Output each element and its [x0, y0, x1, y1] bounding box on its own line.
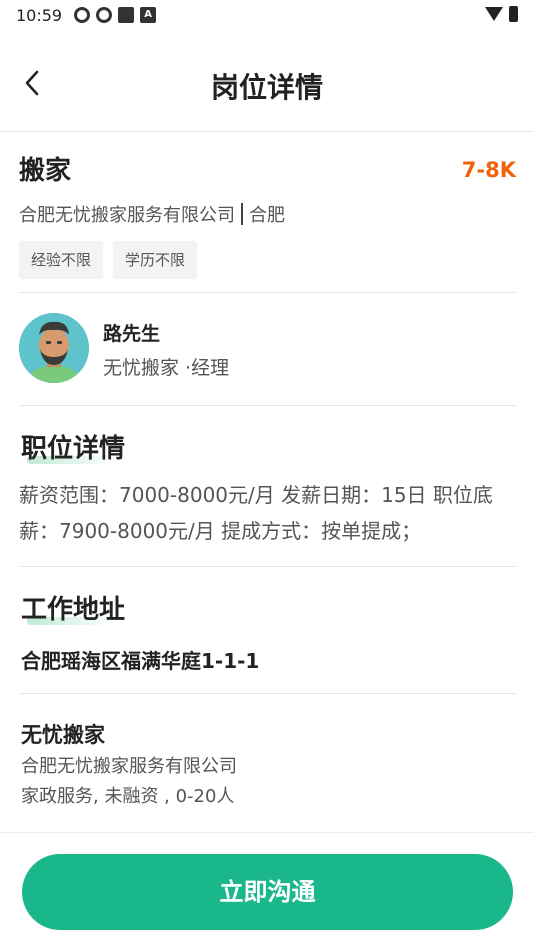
recruiter-card[interactable]: 路先生 无忧搬家 ·经理 — [19, 313, 516, 385]
wifi-icon — [485, 7, 503, 21]
status-bar: 10:59 A — [0, 0, 534, 30]
page-title: 岗位详情 — [210, 71, 323, 104]
company-short-name[interactable]: 无忧搬家 — [21, 719, 105, 749]
bottom-bar-divider — [0, 832, 534, 833]
tag-experience: 经验不限 — [19, 241, 104, 279]
company-info: 家政服务, 未融资 , 0-20人 — [21, 786, 235, 807]
tag-education: 学历不限 — [113, 241, 198, 279]
notification-square-icon — [118, 7, 135, 23]
salary: 7-8K — [461, 158, 516, 182]
divider — [19, 292, 516, 293]
avatar — [19, 313, 89, 383]
sync-icon — [74, 7, 91, 23]
section-title-work-address: 工作地址 — [21, 595, 126, 625]
section-title-position-details: 职位详情 — [21, 434, 126, 464]
company-line: 合肥无忧搬家服务有限公司 合肥 — [19, 201, 516, 227]
status-notification-icons: A — [74, 7, 157, 23]
app-header: 岗位详情 — [0, 50, 534, 120]
job-summary: 搬家 7-8K 合肥无忧搬家服务有限公司 合肥 经验不限 学历不限 — [19, 150, 516, 279]
separator — [241, 203, 243, 225]
recruiter-role: 无忧搬家 ·经理 — [103, 357, 230, 379]
battery-icon — [509, 6, 518, 22]
company-name: 合肥无忧搬家服务有限公司 — [19, 205, 235, 226]
city: 合肥 — [249, 205, 285, 226]
position-details-text: 薪资范围：7000-8000元/月 发薪日期：15日 职位底薪：7900-800… — [19, 483, 493, 543]
divider — [19, 693, 516, 694]
job-tags: 经验不限 学历不限 — [19, 241, 516, 279]
header-divider — [0, 131, 534, 132]
app-badge-icon: A — [140, 7, 157, 23]
job-title: 搬家 — [19, 156, 72, 186]
avatar-illustration-icon — [19, 313, 89, 383]
recruiter-name: 路先生 — [103, 323, 161, 345]
divider — [19, 566, 516, 567]
sync-icon — [96, 7, 113, 23]
work-address[interactable]: 合肥瑶海区福满华庭1-1-1 — [21, 645, 259, 674]
chat-now-button[interactable]: 立即沟通 — [22, 854, 513, 930]
company-full-name: 合肥无忧搬家服务有限公司 — [21, 756, 237, 777]
status-system-icons — [485, 6, 518, 22]
divider — [19, 405, 516, 406]
status-time: 10:59 — [16, 5, 63, 25]
